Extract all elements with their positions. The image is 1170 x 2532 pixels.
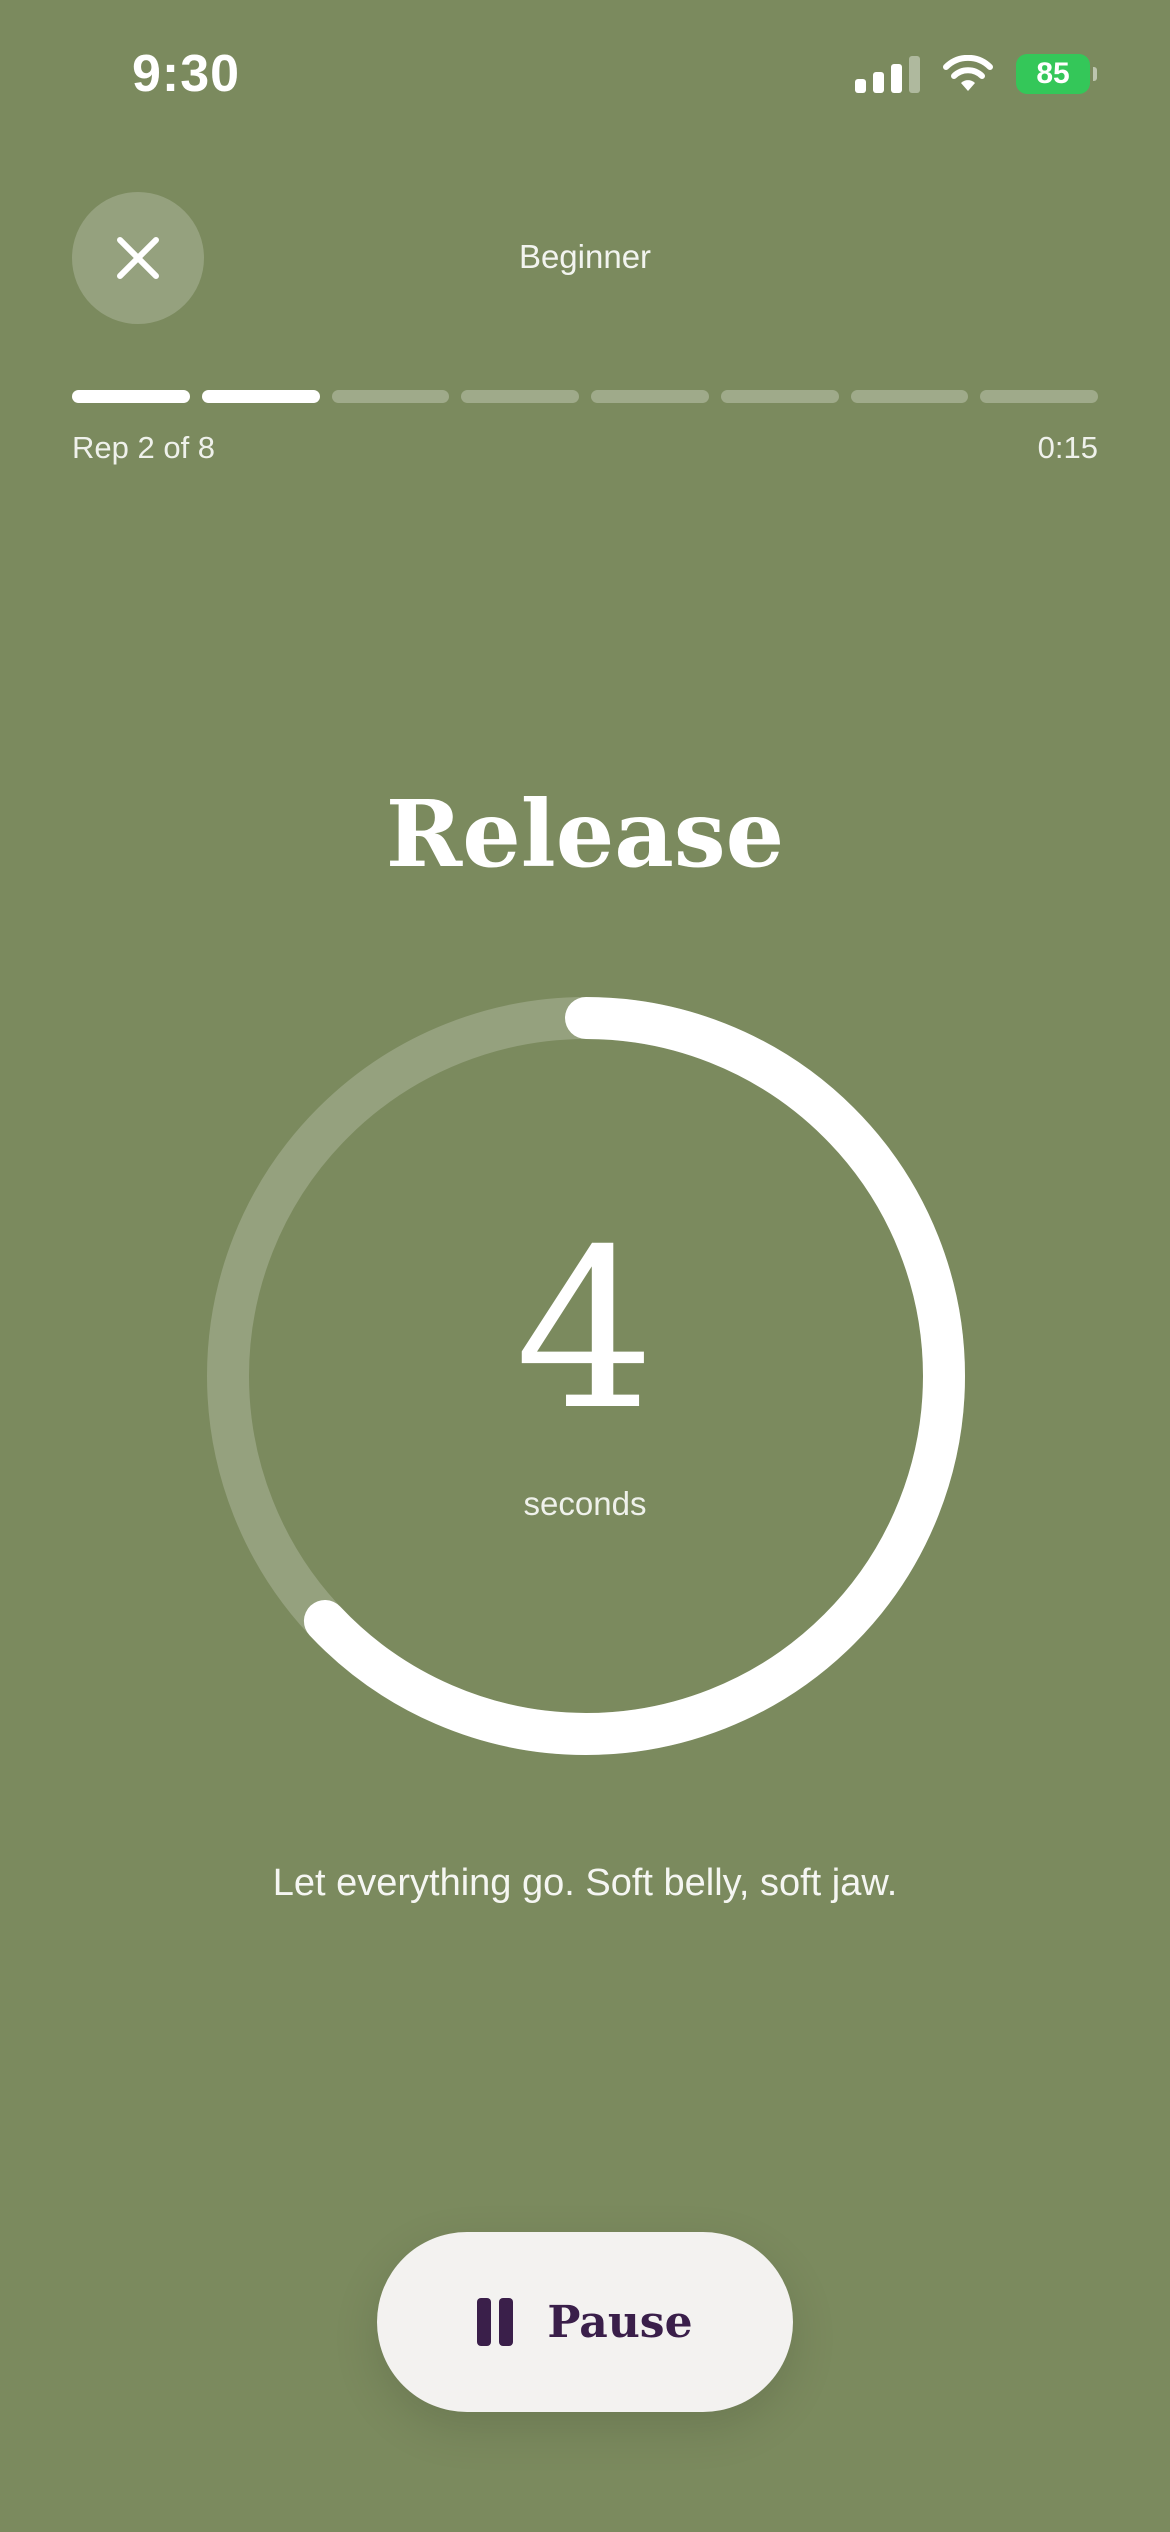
rep-progress-bar (72, 390, 1098, 403)
rep-counter: Rep 2 of 8 (72, 430, 216, 465)
pause-label: Pause (547, 2296, 693, 2348)
progress-segment (850, 390, 969, 403)
phase-instruction: Let everything go. Soft belly, soft jaw. (272, 1862, 898, 1904)
progress-segment (72, 390, 190, 403)
phase-title: Release (385, 780, 785, 888)
progress-segment (980, 390, 1098, 403)
countdown-number: 4 (515, 1202, 655, 1458)
cellular-signal-icon (855, 55, 920, 93)
progress-segment (461, 390, 579, 403)
progress-segment (591, 390, 709, 403)
progress-segment (331, 390, 450, 403)
progress-segment (720, 390, 839, 403)
countdown-unit: seconds (523, 1485, 647, 1522)
status-icons: 85 (855, 54, 1097, 94)
pause-icon (477, 2298, 514, 2346)
level-label: Beginner (518, 238, 652, 275)
battery-level: 85 (1036, 57, 1070, 90)
battery-charging-icon: 85 (1016, 54, 1097, 94)
elapsed-time: 0:15 (1037, 430, 1098, 465)
wifi-icon (943, 55, 993, 91)
pause-button[interactable]: Pause (377, 2232, 793, 2412)
status-time: 9:30 (132, 45, 241, 103)
progress-segment (201, 390, 320, 403)
